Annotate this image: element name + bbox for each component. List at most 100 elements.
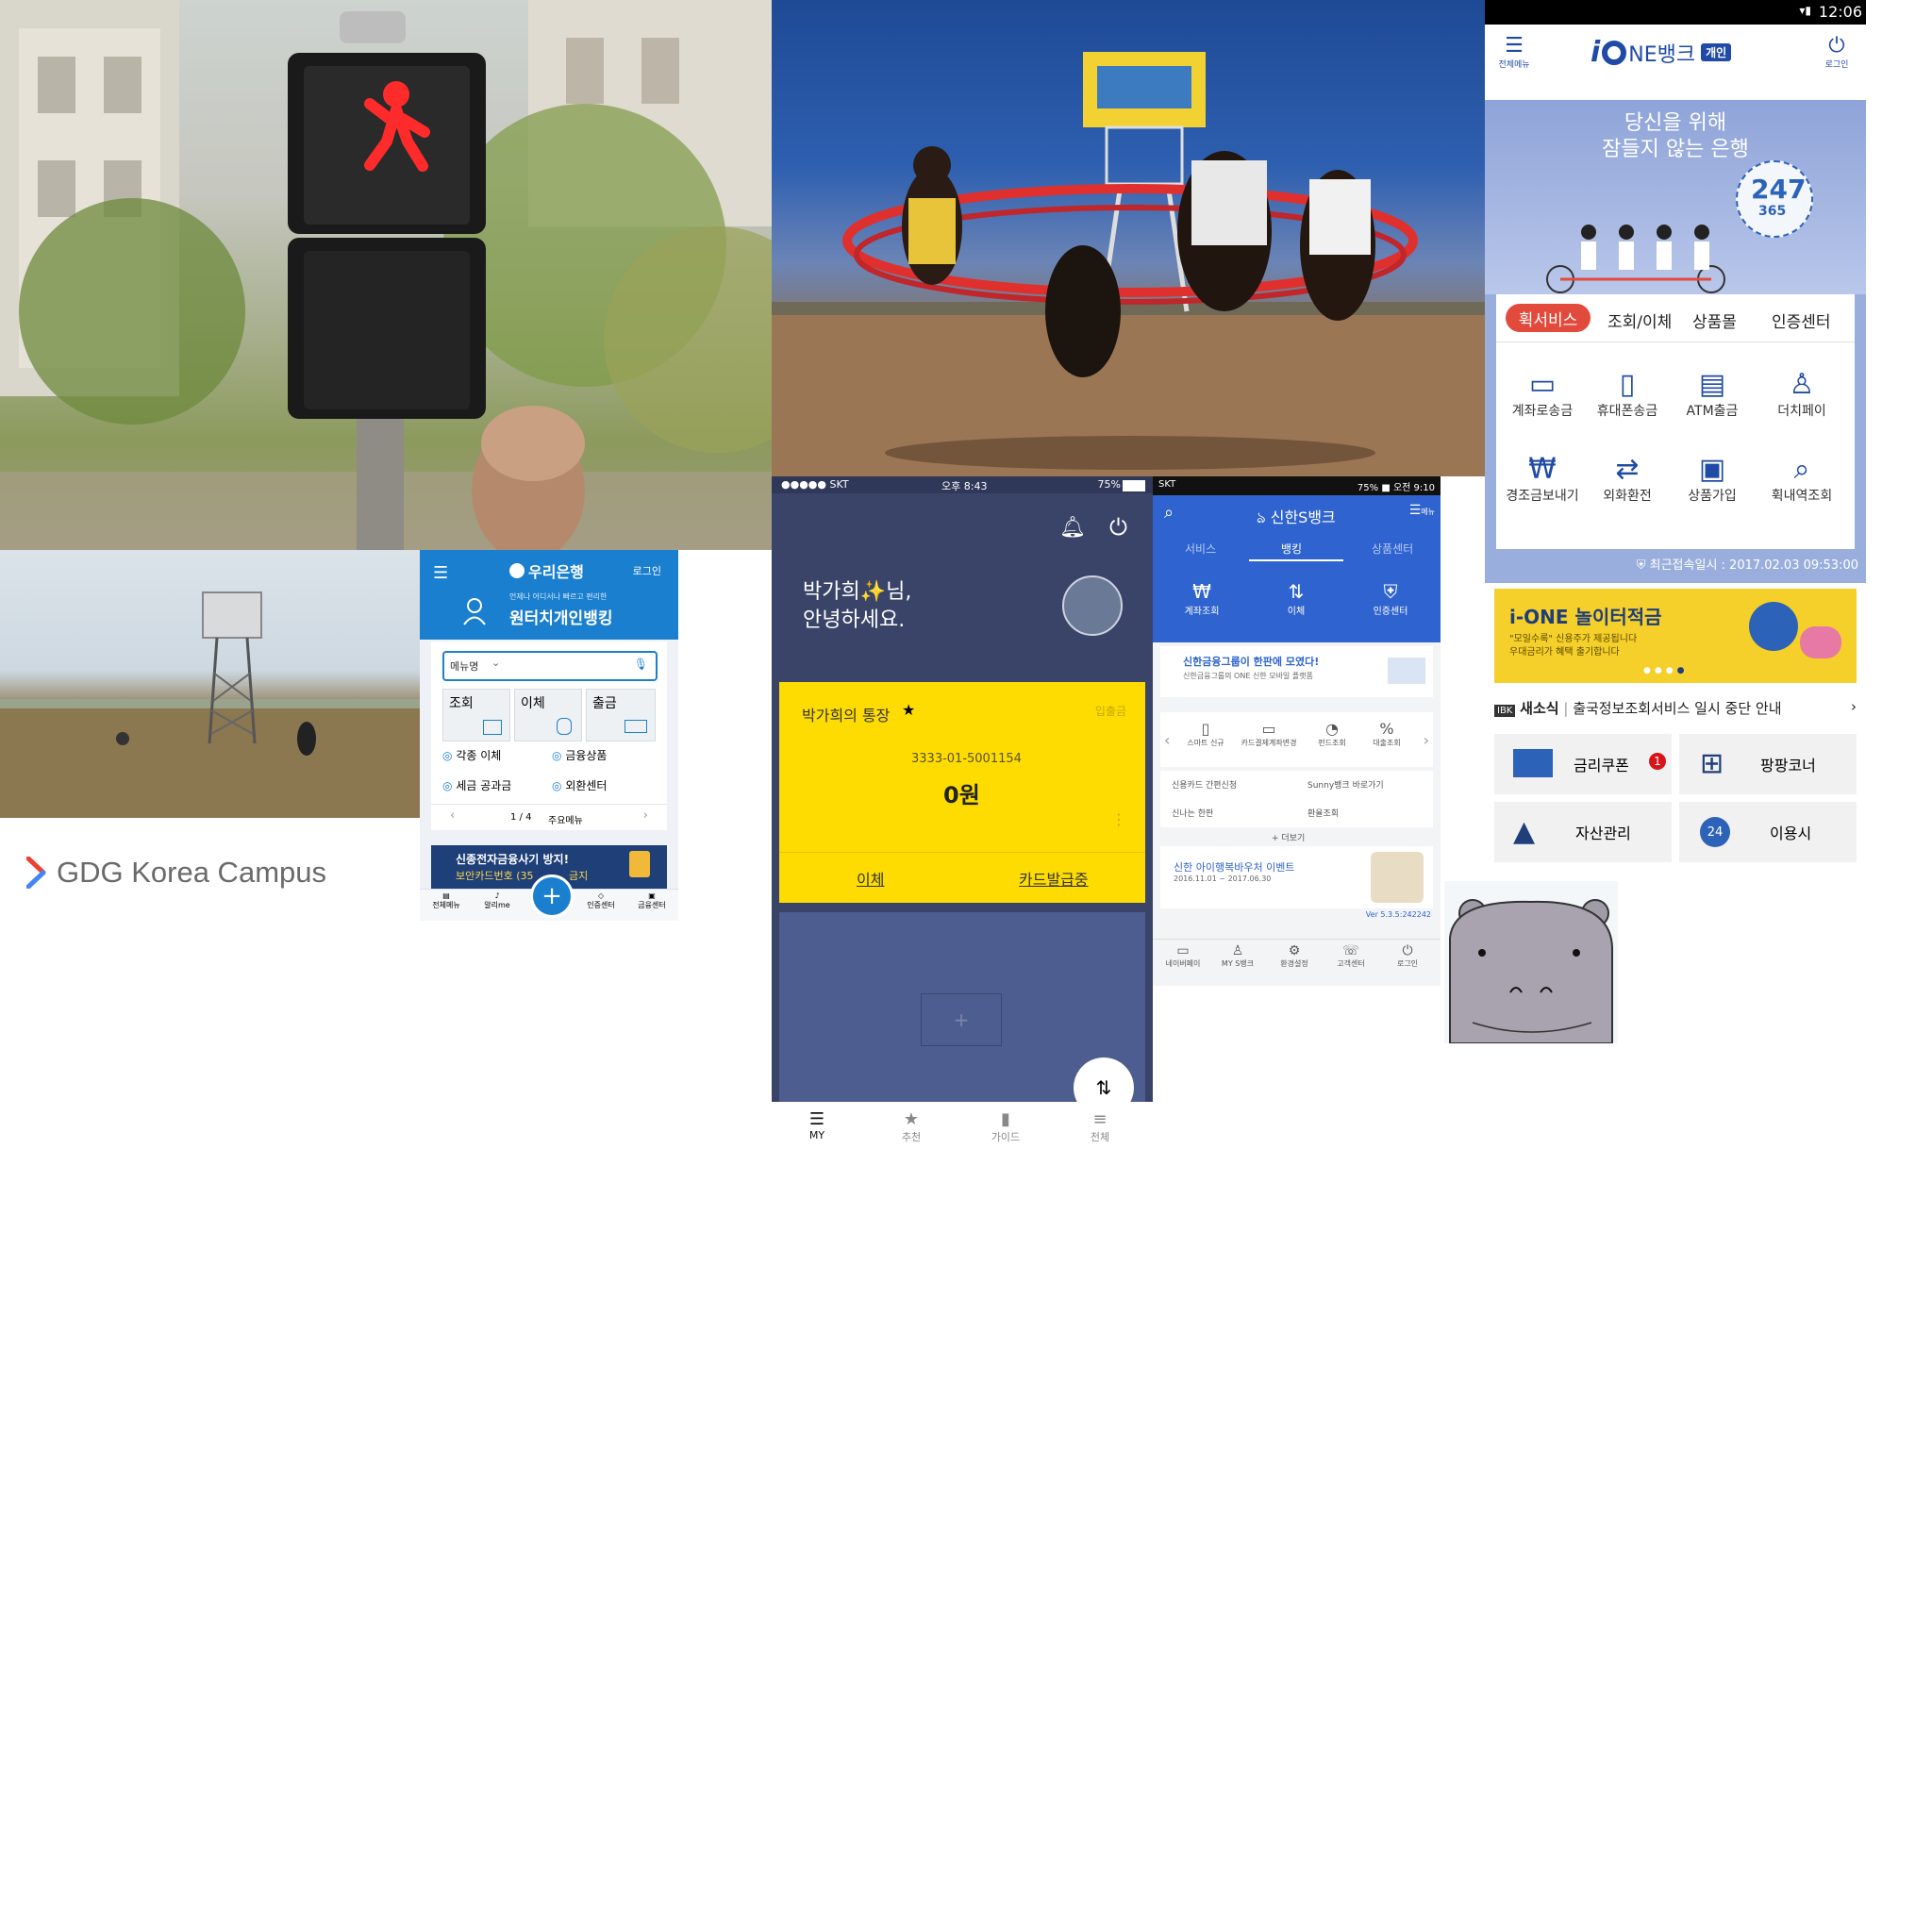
- quick-account-inquiry[interactable]: ₩ 계좌조회: [1174, 580, 1230, 617]
- search-icon[interactable]: ⌕: [1164, 503, 1174, 523]
- lock-shield-icon: ⛨: [1383, 580, 1398, 603]
- woori-title: 원터치개인뱅킹: [509, 609, 613, 628]
- service-atm-withdraw[interactable]: ▤ ATM출금: [1670, 368, 1755, 420]
- next-arrow-icon[interactable]: ›: [1424, 731, 1429, 749]
- service-history[interactable]: ⌕ 휙내역조회: [1755, 453, 1849, 505]
- avatar[interactable]: [1062, 575, 1123, 636]
- quick-withdraw-button[interactable]: 출금: [586, 689, 656, 741]
- tab-product-mall[interactable]: 상품몰: [1692, 308, 1737, 332]
- tab-service[interactable]: 서비스: [1185, 541, 1216, 557]
- hamburger-menu-icon[interactable]: ☰: [433, 563, 448, 583]
- next-arrow-icon[interactable]: ›: [643, 808, 648, 823]
- favorite-star-icon[interactable]: ★: [902, 701, 915, 719]
- menu-smart-new[interactable]: ▯ 스마트 신규: [1177, 720, 1234, 748]
- service-currency-exchange[interactable]: ⇄ 외화환전: [1585, 453, 1670, 505]
- carousel-dots[interactable]: ●●●●: [1643, 666, 1688, 675]
- tile-rate-coupon[interactable]: 금리쿠폰 1: [1494, 734, 1672, 794]
- headline-line2: 잠들지 않는 은행: [1602, 138, 1749, 161]
- more-button[interactable]: + 더보기: [1272, 831, 1305, 843]
- menu-fund-inquiry[interactable]: ◔ 펀드조회: [1306, 720, 1358, 748]
- menu-item-forex-label: 외환센터: [565, 779, 608, 792]
- tab-recommend[interactable]: ★ 추천: [883, 1109, 940, 1144]
- notification-bell-icon[interactable]: 🔔︎: [1059, 516, 1086, 540]
- logo-i: i: [1591, 36, 1601, 69]
- tab-my[interactable]: ☰ MY: [789, 1109, 845, 1141]
- service-history-label: 휙내역조회: [1771, 489, 1833, 504]
- nav-customer-center[interactable]: ☏ 고객센터: [1324, 943, 1377, 969]
- cash-icon: [625, 720, 647, 733]
- service-account-send[interactable]: ▭ 계좌로송금: [1500, 368, 1585, 420]
- menu-search-input[interactable]: 메뉴명 ⌄ 🎙: [442, 651, 658, 681]
- service-atm-withdraw-label: ATM출금: [1686, 404, 1739, 419]
- menu-item-taxes[interactable]: ◎ 세금 공과금: [442, 777, 511, 793]
- tile-pangpang-corner[interactable]: ⊞ 팡팡코너: [1679, 734, 1857, 794]
- menu-button[interactable]: ☰메뉴: [1409, 503, 1435, 518]
- microphone-icon[interactable]: 🎙: [634, 658, 648, 671]
- prev-arrow-icon[interactable]: ‹: [1164, 731, 1170, 749]
- tab-product-center[interactable]: 상품센터: [1372, 541, 1413, 557]
- quick-account-inquiry-label: 계좌조회: [1184, 607, 1220, 617]
- tab-inquiry-transfer[interactable]: 조회/이체: [1607, 308, 1672, 332]
- add-plus-button[interactable]: +: [530, 874, 574, 918]
- nav-finance-center-label: 금융센터: [638, 901, 666, 909]
- won-send-icon: ₩: [1528, 453, 1557, 486]
- quick-inquiry-button[interactable]: 조회: [442, 689, 510, 741]
- menu-loan-inquiry[interactable]: % 대출조회: [1360, 720, 1413, 748]
- pager-count: 1 / 4: [510, 812, 532, 823]
- service-phone-send[interactable]: ▯ 휴대폰송금: [1585, 368, 1670, 420]
- tab-all[interactable]: ≡ 전체: [1072, 1109, 1128, 1144]
- nav-login[interactable]: ⏻ 로그인: [1381, 943, 1434, 969]
- tab-guide[interactable]: ▮ 가이드: [977, 1109, 1034, 1144]
- account-card[interactable]: 박가희의 통장 ★ 입출금 3333-01-5001154 0원 ⋮ 이체 카드…: [779, 682, 1145, 903]
- link-exchange-rate[interactable]: 환율조회: [1307, 807, 1339, 819]
- power-icon[interactable]: ⏻: [1109, 514, 1127, 541]
- link-sunny-bank[interactable]: Sunny뱅크 바로가기: [1307, 778, 1384, 791]
- ione-promo-banner[interactable]: i-ONE 놀이터적금 "모일수록" 신용주가 제공됩니다 우대금리가 혜택 출…: [1494, 589, 1857, 683]
- service-dutch-pay[interactable]: ♙ 더치페이: [1755, 368, 1849, 420]
- menu-item-forex[interactable]: ◎ 외환센터: [552, 777, 607, 793]
- nav-settings[interactable]: ⚙ 환경설정: [1268, 943, 1321, 969]
- tab-cert-center[interactable]: 인증센터: [1772, 308, 1831, 332]
- battery-icon: [1123, 480, 1145, 491]
- login-link[interactable]: 로그인: [633, 563, 661, 578]
- service-account-send-label: 계좌로송금: [1511, 404, 1574, 419]
- battery-text: 75%: [1097, 478, 1121, 491]
- menu-item-transfers[interactable]: ◎ 각종 이체: [442, 747, 501, 763]
- tile-usage-hours[interactable]: 24 이용시: [1679, 802, 1857, 862]
- signal-wifi-icon: ▾▮: [1799, 4, 1811, 17]
- menu-card-account-change[interactable]: ▭ 카드결제계좌변경: [1238, 720, 1300, 748]
- service-product-signup[interactable]: ▣ 상품가입: [1670, 453, 1755, 505]
- nav-all-menu[interactable]: ▤ 전체메뉴: [427, 891, 465, 910]
- quick-cert-center[interactable]: ⛨ 인증센터: [1360, 580, 1421, 617]
- tab-banking[interactable]: 뱅킹: [1281, 541, 1302, 557]
- tab-guide-label: 가이드: [991, 1131, 1021, 1143]
- menu-dropdown[interactable]: 메뉴명: [450, 658, 478, 674]
- prev-arrow-icon[interactable]: ‹: [450, 808, 455, 823]
- nav-finance-center[interactable]: ▣ 금융센터: [631, 891, 673, 910]
- shinhan-event-banner[interactable]: 신한 아이행복바우처 이벤트 2016.11.01 ~ 2017.06.30: [1160, 846, 1433, 908]
- nav-alarm[interactable]: ♪ 알리me: [478, 891, 516, 910]
- card-issue-button[interactable]: 카드발급중: [1019, 867, 1089, 890]
- link-credit-card[interactable]: 신용카드 간편신청: [1172, 778, 1237, 791]
- add-account-button[interactable]: +: [921, 993, 1002, 1046]
- menu-item-products[interactable]: ◎ 금융상품: [552, 747, 607, 763]
- transfer-button[interactable]: 이체: [857, 867, 884, 890]
- news-ticker[interactable]: IBK 새소식 | 출국정보조회서비스 일시 중단 안내 ›: [1494, 698, 1857, 719]
- nav-my-sbank[interactable]: ♙ MY S뱅크: [1211, 943, 1264, 969]
- nav-naver-pay[interactable]: ▭ 네이버페이: [1157, 943, 1209, 969]
- link-hanpan[interactable]: 신나는 한판: [1172, 807, 1213, 819]
- quick-transfer-button[interactable]: 이체: [514, 689, 582, 741]
- kakao-bank-app-screen: ●●●●● SKT 오후 8:43 75% 🔔︎ ⏻ 박가희✨님, 안녕하세요.…: [772, 476, 1153, 1158]
- login-button[interactable]: ⏻ 로그인: [1813, 34, 1860, 70]
- nav-cert-center[interactable]: ◇ 인증센터: [580, 891, 622, 910]
- wallet-icon: ▭: [1176, 943, 1190, 958]
- tile-asset-management[interactable]: ▲ 자산관리: [1494, 802, 1672, 862]
- more-options-icon[interactable]: ⋮: [1111, 810, 1126, 828]
- quick-transfer[interactable]: ⇅ 이체: [1268, 580, 1324, 617]
- all-menu-button[interactable]: ☰ 전체메뉴: [1491, 34, 1538, 70]
- tab-quick-service[interactable]: 휙서비스: [1506, 304, 1591, 332]
- quick-withdraw-label: 출금: [592, 696, 617, 711]
- shinhan-promo-banner[interactable]: 신한금융그룹이 한판에 모였다! 신한금융그룹의 ONE 신한 모바일 플랫폼: [1160, 646, 1433, 697]
- transfers-icon: ◎: [442, 749, 453, 762]
- service-gift-money[interactable]: ₩ 경조금보내기: [1500, 453, 1585, 505]
